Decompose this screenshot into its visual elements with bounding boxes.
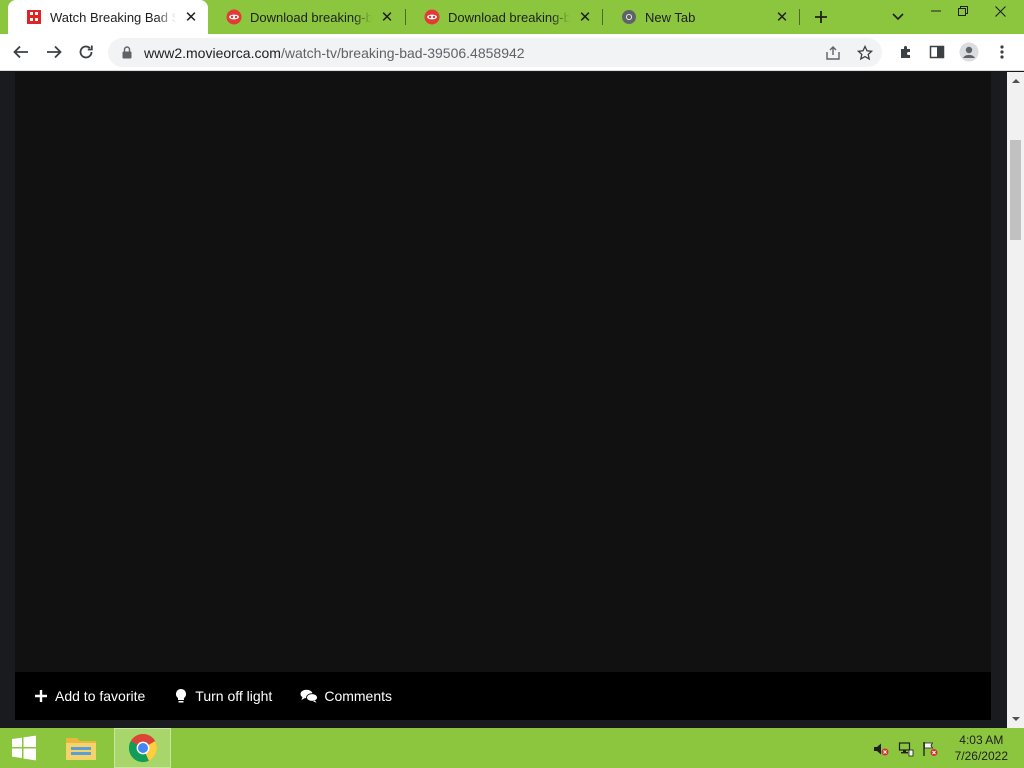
side-panel-icon	[929, 45, 945, 59]
tab-watch-breaking-bad[interactable]: Watch Breaking Bad Season ✕	[8, 0, 208, 34]
arrow-right-icon	[47, 45, 62, 59]
arrow-left-icon	[13, 45, 28, 59]
volume-muted-icon[interactable]	[872, 740, 890, 758]
network-icon[interactable]	[897, 740, 915, 758]
tab-title: Download breaking-bad-s	[448, 9, 570, 25]
scroll-up-arrow[interactable]	[1007, 72, 1024, 89]
restore-icon	[957, 6, 968, 16]
tab-search-button[interactable]	[888, 7, 908, 27]
windows-logo-icon	[12, 735, 36, 761]
windows-taskbar: 4:03 AM 7/26/2022	[0, 728, 1024, 768]
page-background: Add to favorite Turn off light Comments	[0, 72, 1006, 728]
url-path: /watch-tv/breaking-bad-39506.4858942	[280, 44, 525, 61]
browser-tab-strip: Watch Breaking Bad Season ✕ Download bre…	[0, 0, 1024, 34]
comments-button[interactable]: Comments	[300, 688, 392, 704]
movieorca-icon	[26, 9, 42, 25]
comments-icon	[300, 688, 319, 704]
avatar-icon	[959, 42, 979, 62]
turn-off-light-button[interactable]: Turn off light	[173, 688, 272, 704]
share-icon[interactable]	[822, 42, 844, 64]
restore-button[interactable]	[947, 0, 978, 22]
scroll-down-arrow[interactable]	[1007, 711, 1024, 728]
file-explorer-taskbar-button[interactable]	[52, 728, 109, 768]
action-center-flag-icon[interactable]	[921, 740, 939, 758]
close-icon	[994, 5, 1006, 17]
plus-icon	[815, 11, 827, 23]
url-host: www2.movieorca.com	[144, 44, 281, 61]
tab-download-breaking-bad-1[interactable]: Download breaking-bad-s ✕	[208, 0, 404, 34]
extensions-button[interactable]	[892, 38, 920, 66]
back-button[interactable]	[7, 38, 35, 66]
tab-new-tab[interactable]: New Tab ✕	[603, 0, 799, 34]
download-site-icon	[226, 9, 242, 25]
turn-off-light-label: Turn off light	[195, 688, 273, 704]
url-text: www2.movieorca.com/watch-tv/breaking-bad…	[144, 45, 525, 61]
folder-icon	[65, 738, 96, 760]
plus-icon	[33, 688, 49, 704]
close-icon[interactable]: ✕	[182, 8, 200, 26]
bookmark-star-icon[interactable]	[854, 42, 876, 64]
close-icon[interactable]: ✕	[576, 8, 594, 26]
profile-button[interactable]	[955, 38, 983, 66]
scrollbar-thumb[interactable]	[1010, 140, 1021, 240]
add-to-favorite-button[interactable]: Add to favorite	[33, 688, 145, 704]
new-tab-button[interactable]	[808, 5, 834, 29]
close-icon[interactable]: ✕	[773, 8, 791, 26]
vertical-scrollbar[interactable]	[1007, 72, 1024, 728]
lock-icon[interactable]	[120, 46, 134, 60]
tab-download-breaking-bad-2[interactable]: Download breaking-bad-s ✕	[406, 0, 602, 34]
video-player[interactable]	[15, 72, 991, 672]
clock-date: 7/26/2022	[954, 749, 1008, 763]
lightbulb-icon	[173, 688, 189, 704]
chrome-taskbar-button[interactable]	[114, 728, 171, 768]
address-bar[interactable]: www2.movieorca.com/watch-tv/breaking-bad…	[108, 38, 882, 67]
tab-separator	[799, 9, 800, 25]
tab-title: New Tab	[645, 9, 696, 25]
reload-button[interactable]	[72, 38, 100, 66]
forward-button[interactable]	[40, 38, 68, 66]
chevron-down-icon	[892, 13, 904, 21]
side-panel-button[interactable]	[923, 38, 951, 66]
clock-time: 4:03 AM	[959, 733, 1004, 747]
browser-toolbar: www2.movieorca.com/watch-tv/breaking-bad…	[0, 34, 1024, 71]
add-to-favorite-label: Add to favorite	[55, 688, 146, 704]
system-clock[interactable]: 4:03 AM 7/26/2022	[955, 732, 1008, 764]
page-viewport: Add to favorite Turn off light Comments	[0, 72, 1024, 728]
minimize-icon	[930, 10, 941, 12]
comments-label: Comments	[324, 688, 393, 704]
menu-button[interactable]	[988, 38, 1016, 66]
puzzle-icon	[901, 46, 910, 58]
caret-down-icon	[1011, 717, 1020, 721]
close-icon[interactable]: ✕	[378, 8, 396, 26]
close-window-button[interactable]	[980, 0, 1020, 22]
kebab-menu-icon	[1000, 45, 1004, 59]
start-button[interactable]	[4, 728, 44, 768]
reload-icon	[79, 45, 93, 59]
tab-title: Download breaking-bad-s	[250, 9, 372, 25]
tab-title: Watch Breaking Bad Season	[50, 9, 176, 25]
chrome-icon	[621, 9, 637, 25]
download-site-icon	[424, 9, 440, 25]
caret-up-icon	[1011, 79, 1020, 83]
chrome-icon	[128, 734, 157, 763]
player-action-bar: Add to favorite Turn off light Comments	[15, 672, 991, 720]
